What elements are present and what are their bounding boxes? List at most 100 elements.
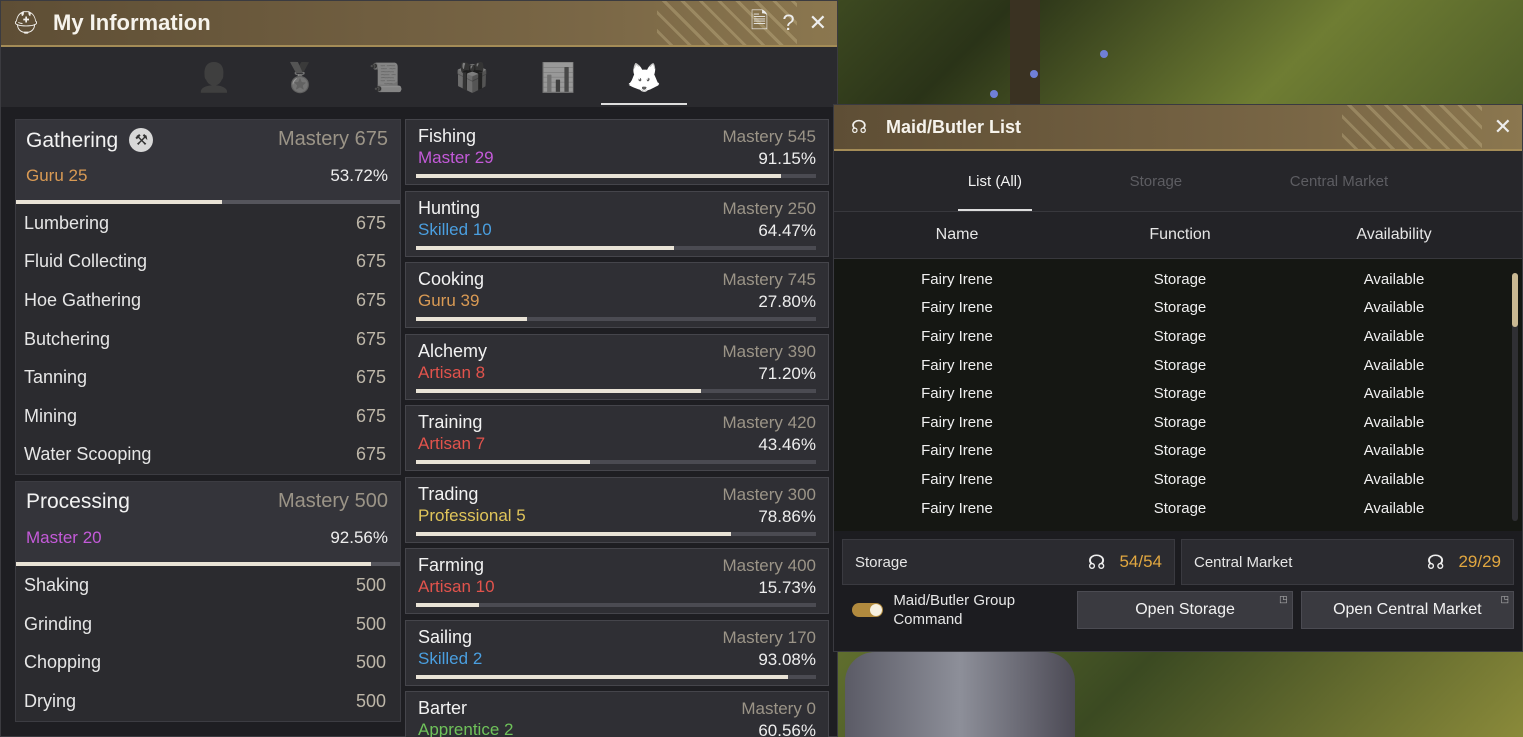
table-row[interactable]: Fairy Irene Storage Available	[834, 379, 1522, 408]
table-row[interactable]: Fairy Irene Storage Available	[834, 408, 1522, 437]
sub-skill-name: Hoe Gathering	[24, 289, 142, 310]
open-storage-button[interactable]: Open Storage ◳	[1077, 591, 1293, 629]
skill-rank: Artisan 8	[418, 362, 486, 382]
lifeskill-icon: 🦊	[626, 60, 662, 94]
maid-availability: Available	[1363, 470, 1425, 488]
skill-card-sailing[interactable]: Sailing Mastery 170 Skilled 2 93.08%	[405, 619, 829, 686]
scrollbar-thumb[interactable]	[1512, 273, 1518, 327]
category-mastery: Mastery 675	[277, 128, 388, 150]
skill-rank: Apprentice 2	[418, 720, 514, 737]
storage-count: 54/54	[1119, 552, 1162, 571]
gift-tab[interactable]: 🎁	[429, 47, 515, 107]
skill-rank: Guru 39	[418, 291, 480, 310]
category-mastery: Mastery 500	[277, 490, 388, 513]
scroll-tab[interactable]: 📜	[343, 47, 429, 107]
skill-card-trading[interactable]: Trading Mastery 300 Professional 5 78.86%	[405, 476, 829, 543]
skill-card-training[interactable]: Training Mastery 420 Artisan 7 43.46%	[405, 405, 829, 471]
maid-function: Storage	[1153, 470, 1207, 488]
skill-rank: Artisan 7	[418, 434, 486, 453]
sub-skill-value: 675	[355, 289, 386, 310]
skill-percent: 15.73%	[758, 578, 816, 597]
window-title: My Information	[53, 10, 211, 35]
close-button[interactable]: ✕	[809, 10, 827, 36]
sub-skill-name: Water Scooping	[24, 444, 152, 465]
stats-tab[interactable]: 📊	[515, 47, 601, 107]
sub-skill-value: 675	[355, 328, 386, 349]
progress-bar	[416, 531, 816, 536]
table-row[interactable]: Fairy Irene Storage Available	[834, 437, 1522, 466]
column-header-availability[interactable]: Availability	[1280, 226, 1508, 244]
profile-tab[interactable]: 👤	[171, 47, 257, 107]
column-header-name[interactable]: Name	[834, 226, 1080, 244]
sub-skill-row: Chopping 500	[16, 643, 400, 682]
info-titlebar[interactable]: ⛑ My Information 🗎 ? ✕	[1, 1, 837, 47]
processing-header[interactable]: Processing Mastery 500 Master 20 92.56%	[16, 482, 400, 567]
help-button[interactable]: ?	[782, 10, 794, 36]
maid-function: Storage	[1153, 442, 1207, 460]
skill-percent: 60.56%	[758, 721, 816, 737]
gathering-category: Gathering ⚒ Mastery 675 Guru 25 53.72% L…	[15, 119, 401, 476]
table-row[interactable]: Fairy Irene Storage Available	[834, 465, 1522, 494]
sub-skill-row: Grinding 500	[16, 605, 400, 644]
group-command-toggle[interactable]	[852, 603, 884, 617]
skill-mastery: Mastery 300	[722, 484, 816, 504]
maid-butler-window: ☊ Maid/Butler List ✕ List (All) Storage Ce…	[833, 104, 1523, 652]
market-count: 29/29	[1458, 552, 1501, 571]
category-rank: Master 20	[26, 528, 102, 548]
skill-mastery: Mastery 0	[741, 699, 816, 718]
skill-percent: 27.80%	[758, 292, 816, 311]
gathering-header[interactable]: Gathering ⚒ Mastery 675 Guru 25 53.72%	[16, 120, 400, 204]
capacity-stats: Storage ☊ 54/54 Central Market ☊ 29/29	[834, 531, 1522, 585]
skill-mastery: Mastery 420	[722, 413, 816, 432]
skill-card-hunting[interactable]: Hunting Mastery 250 Skilled 10 64.47%	[405, 190, 829, 257]
sub-skill-row: Shaking 500	[16, 566, 400, 605]
skill-card-fishing[interactable]: Fishing Mastery 545 Master 29 91.15%	[405, 119, 829, 185]
maid-availability: Available	[1363, 327, 1425, 345]
expand-icon: ◳	[1500, 594, 1509, 604]
table-row[interactable]: Fairy Irene Storage Available	[834, 265, 1522, 294]
scrollbar[interactable]	[1512, 273, 1518, 521]
sub-skill-row: Mining 675	[16, 397, 400, 436]
skill-card-alchemy[interactable]: Alchemy Mastery 390 Artisan 8 71.20%	[405, 333, 829, 400]
skill-mastery: Mastery 390	[722, 341, 816, 361]
sub-skill-row: Water Scooping 675	[16, 436, 400, 475]
skill-card-barter[interactable]: Barter Mastery 0 Apprentice 2 60.56%	[405, 691, 829, 737]
medal-tab[interactable]: 🏅	[257, 47, 343, 107]
skill-rank: Master 29	[418, 148, 494, 167]
column-header-function[interactable]: Function	[1080, 226, 1280, 244]
skill-card-farming[interactable]: Farming Mastery 400 Artisan 10 15.73%	[405, 548, 829, 614]
profile-icon: 👤	[196, 60, 232, 94]
table-row[interactable]: Fairy Irene Storage Available	[834, 322, 1522, 351]
sub-skill-name: Mining	[24, 405, 78, 426]
tab-storage[interactable]: Storage	[1130, 151, 1183, 211]
tab-list-all[interactable]: List (All)	[957, 151, 1033, 211]
progress-bar	[416, 245, 816, 250]
tab-central-market[interactable]: Central Market	[1290, 151, 1388, 211]
lifeskill-tab[interactable]: 🦊	[601, 47, 687, 107]
category-rank: Guru 25	[26, 166, 88, 185]
maid-name: Fairy Irene	[921, 327, 993, 345]
table-row[interactable]: Fairy Irene Storage Available	[834, 494, 1522, 523]
open-central-market-button[interactable]: Open Central Market ◳	[1300, 591, 1514, 629]
maid-function: Storage	[1153, 413, 1207, 431]
table-header: Name Function Availability	[834, 211, 1522, 259]
maid-titlebar[interactable]: ☊ Maid/Butler List ✕	[834, 105, 1522, 151]
gift-icon: 🎁	[454, 60, 490, 94]
progress-bar	[416, 460, 816, 464]
category-title: Processing	[26, 490, 130, 514]
maid-icon: ☊	[1426, 550, 1445, 574]
maid-function: Storage	[1153, 327, 1207, 345]
close-button[interactable]: ✕	[1494, 114, 1512, 140]
stats-icon: 📊	[540, 60, 576, 94]
maid-function: Storage	[1153, 499, 1207, 517]
document-icon[interactable]: 🗎	[751, 4, 769, 42]
table-row[interactable]: Fairy Irene Storage Available	[834, 351, 1522, 380]
table-row[interactable]: Fairy Irene Storage Available	[834, 294, 1522, 323]
maid-availability: Available	[1363, 356, 1425, 374]
skill-card-cooking[interactable]: Cooking Mastery 745 Guru 39 27.80%	[405, 262, 829, 328]
maid-tabs: List (All) Storage Central Market	[834, 151, 1522, 211]
skill-mastery: Mastery 250	[722, 198, 816, 218]
maid-availability: Available	[1363, 385, 1425, 403]
maid-function: Storage	[1153, 299, 1207, 317]
maid-availability: Available	[1363, 413, 1425, 431]
